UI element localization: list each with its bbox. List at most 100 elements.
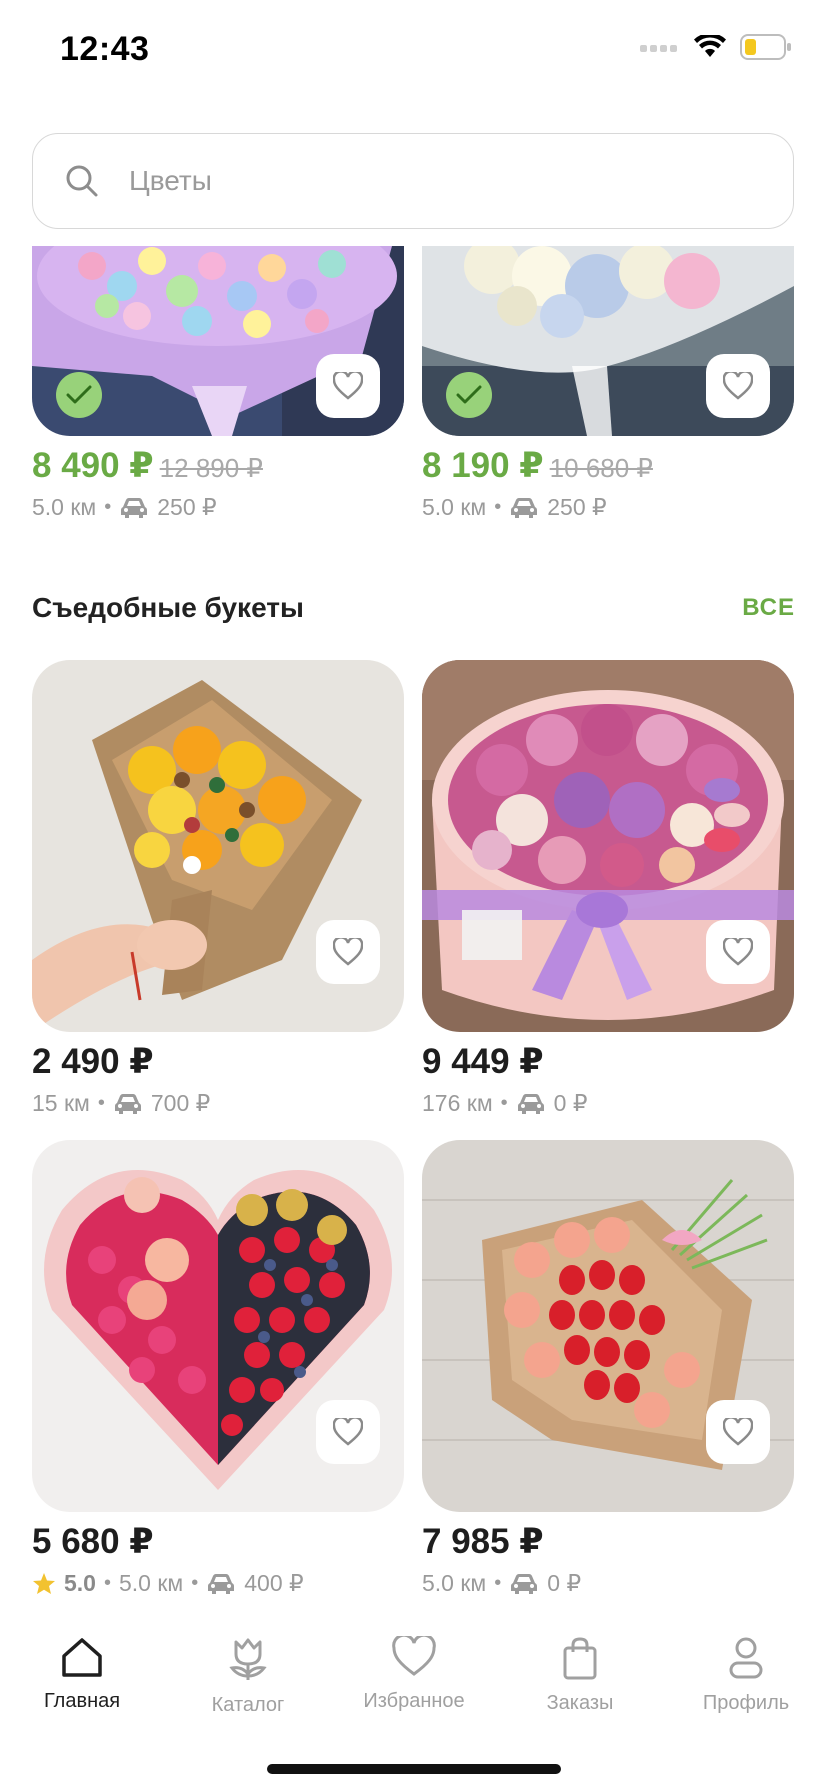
search-input[interactable] bbox=[127, 164, 731, 198]
car-icon bbox=[511, 497, 538, 518]
distance: 5.0 км bbox=[119, 1570, 184, 1596]
favorite-button[interactable] bbox=[706, 1400, 770, 1464]
available-check-badge bbox=[56, 372, 102, 418]
delivery-meta: 15 км • 700 ₽ bbox=[32, 1090, 404, 1117]
delivery-price: 400 ₽ bbox=[244, 1570, 304, 1596]
tab-label: Заказы bbox=[546, 1692, 614, 1714]
home-indicator bbox=[267, 1764, 561, 1774]
favorite-button[interactable] bbox=[706, 920, 770, 984]
tab-label: Главная bbox=[43, 1690, 121, 1712]
car-icon bbox=[114, 1093, 141, 1114]
sale-price: 8 490 ₽ bbox=[32, 446, 154, 485]
check-icon bbox=[456, 385, 482, 404]
available-check-badge bbox=[446, 372, 492, 418]
status-bar: 12:43 bbox=[0, 0, 828, 100]
car-icon bbox=[208, 1573, 235, 1594]
heart-icon bbox=[333, 938, 363, 966]
product-card[interactable]: 9 449 ₽ 176 км • 0 ₽ bbox=[422, 660, 794, 1117]
product-card[interactable]: 2 490 ₽ 15 км • 700 ₽ bbox=[32, 660, 404, 1117]
battery-icon bbox=[740, 34, 791, 60]
product-image[interactable] bbox=[422, 246, 794, 436]
separator: • bbox=[104, 496, 112, 518]
tab-label: Избранное bbox=[363, 1690, 465, 1712]
product-image[interactable] bbox=[32, 660, 404, 1032]
tab-profile[interactable]: Профиль bbox=[666, 1636, 826, 1715]
tab-catalog[interactable]: Каталог bbox=[168, 1636, 328, 1717]
tulip-icon bbox=[229, 1638, 267, 1680]
old-price: 12 890 ₽ bbox=[159, 453, 263, 483]
search-icon bbox=[66, 165, 98, 197]
distance: 5.0 км bbox=[422, 494, 487, 520]
favorite-button[interactable] bbox=[316, 354, 380, 418]
see-all-link[interactable]: ВСЕ bbox=[742, 594, 795, 622]
delivery-price: 0 ₽ bbox=[547, 1570, 582, 1596]
delivery-meta: 5.0 км • 0 ₽ bbox=[422, 1570, 794, 1597]
distance: 176 км bbox=[422, 1090, 493, 1116]
product-card[interactable]: 5 680 ₽ 5.0 • 5.0 км • 400 ₽ bbox=[32, 1140, 404, 1597]
product-card[interactable]: 7 985 ₽ 5.0 км • 0 ₽ bbox=[422, 1140, 794, 1597]
product-card[interactable]: 8 490 ₽ 12 890 ₽ 5.0 км • 250 ₽ bbox=[32, 246, 404, 521]
search-bar[interactable] bbox=[32, 133, 794, 229]
delivery-price: 0 ₽ bbox=[553, 1090, 588, 1116]
price: 2 490 ₽ bbox=[32, 1042, 154, 1081]
old-price: 10 680 ₽ bbox=[549, 453, 653, 483]
tab-label: Каталог bbox=[211, 1694, 285, 1716]
separator: • bbox=[191, 1572, 199, 1594]
price: 5 680 ₽ bbox=[32, 1522, 154, 1561]
car-icon bbox=[511, 1573, 538, 1594]
delivery-price: 700 ₽ bbox=[150, 1090, 211, 1116]
heart-icon bbox=[723, 1418, 753, 1446]
feed[interactable]: 8 490 ₽ 12 890 ₽ 5.0 км • 250 ₽ 8 190 ₽ … bbox=[0, 246, 828, 1616]
price: 7 985 ₽ bbox=[422, 1522, 544, 1561]
price-row: 8 490 ₽ 12 890 ₽ bbox=[32, 446, 404, 486]
tab-label: Профиль bbox=[702, 1692, 790, 1714]
profile-icon bbox=[729, 1637, 763, 1679]
heart-icon bbox=[392, 1636, 436, 1676]
delivery-meta: 176 км • 0 ₽ bbox=[422, 1090, 794, 1117]
home-icon bbox=[62, 1638, 102, 1677]
delivery-price: 250 ₽ bbox=[547, 494, 607, 520]
price-row: 7 985 ₽ bbox=[422, 1522, 794, 1562]
favorite-button[interactable] bbox=[316, 1400, 380, 1464]
delivery-price: 250 ₽ bbox=[157, 494, 217, 520]
heart-icon bbox=[723, 372, 753, 400]
product-image[interactable] bbox=[32, 1140, 404, 1512]
bag-icon bbox=[563, 1637, 597, 1680]
star-icon bbox=[32, 1572, 56, 1596]
delivery-meta: 5.0 • 5.0 км • 400 ₽ bbox=[32, 1570, 404, 1597]
favorite-button[interactable] bbox=[706, 354, 770, 418]
product-image[interactable] bbox=[422, 1140, 794, 1512]
separator: • bbox=[494, 496, 502, 518]
favorite-button[interactable] bbox=[316, 920, 380, 984]
sale-price: 8 190 ₽ bbox=[422, 446, 544, 485]
price-row: 5 680 ₽ bbox=[32, 1522, 404, 1562]
wifi-icon bbox=[694, 35, 726, 57]
car-icon bbox=[121, 497, 148, 518]
product-image[interactable] bbox=[422, 660, 794, 1032]
tab-favorites[interactable]: Избранное bbox=[334, 1636, 494, 1713]
car-icon bbox=[517, 1093, 544, 1114]
heart-icon bbox=[333, 1418, 363, 1446]
delivery-meta: 5.0 км • 250 ₽ bbox=[422, 494, 794, 521]
heart-icon bbox=[333, 372, 363, 400]
signal-icon bbox=[640, 45, 677, 52]
separator: • bbox=[97, 1092, 105, 1114]
status-time: 12:43 bbox=[60, 30, 150, 68]
distance: 5.0 км bbox=[32, 494, 97, 520]
price-row: 8 190 ₽ 10 680 ₽ bbox=[422, 446, 794, 486]
price-row: 9 449 ₽ bbox=[422, 1042, 794, 1082]
rating-value: 5.0 bbox=[64, 1570, 96, 1596]
check-icon bbox=[66, 385, 92, 404]
product-card[interactable]: 8 190 ₽ 10 680 ₽ 5.0 км • 250 ₽ bbox=[422, 246, 794, 521]
separator: • bbox=[500, 1092, 508, 1114]
product-image[interactable] bbox=[32, 246, 404, 436]
separator: • bbox=[103, 1572, 111, 1594]
heart-icon bbox=[723, 938, 753, 966]
delivery-meta: 5.0 км • 250 ₽ bbox=[32, 494, 404, 521]
distance: 15 км bbox=[32, 1090, 90, 1116]
tab-home[interactable]: Главная bbox=[2, 1636, 162, 1713]
status-icons bbox=[640, 34, 792, 60]
separator: • bbox=[494, 1572, 502, 1594]
tab-orders[interactable]: Заказы bbox=[500, 1636, 660, 1715]
price-row: 2 490 ₽ bbox=[32, 1042, 404, 1082]
